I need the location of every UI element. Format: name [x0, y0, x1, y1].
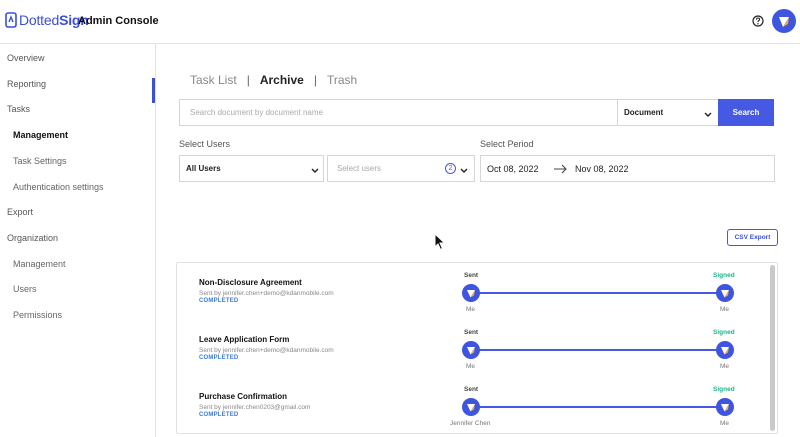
document-row[interactable]: Purchase Confirmation Sent by jennifer.c…	[177, 377, 767, 433]
sidebar-section-organization: Organization	[7, 233, 59, 243]
tab-archive[interactable]: Archive	[260, 73, 304, 87]
sidebar-item-reporting[interactable]: Reporting	[7, 79, 46, 89]
document-type-select[interactable]: Document	[617, 99, 719, 126]
question-circle-icon[interactable]	[752, 14, 764, 27]
signed-label: Signed	[713, 386, 735, 393]
csv-export-button[interactable]: CSV Export	[727, 229, 778, 246]
document-title[interactable]: Purchase Confirmation	[199, 392, 287, 401]
document-title[interactable]: Non-Disclosure Agreement	[199, 278, 302, 287]
sidebar-item-overview[interactable]: Overview	[7, 53, 45, 63]
sender-name: Jennifer Chen	[450, 420, 491, 427]
sender-avatar-icon	[462, 341, 480, 359]
tab-separator: |	[246, 73, 250, 87]
sidebar-item-authentication-settings[interactable]: Authentication settings	[13, 182, 104, 192]
signer-name: Me	[720, 306, 730, 313]
arrow-right-icon	[554, 164, 568, 174]
sent-label: Sent	[464, 272, 479, 279]
users-scope-select[interactable]: All Users	[179, 155, 324, 182]
chevron-down-icon	[311, 167, 319, 173]
tab-task-list[interactable]: Task List	[190, 73, 237, 87]
dottedsign-logo[interactable]: DottedSign	[5, 12, 89, 28]
archive-tabs: Task List | Archive | Trash	[190, 73, 357, 87]
tab-trash[interactable]: Trash	[327, 73, 357, 87]
sender-name: Me	[466, 306, 476, 313]
document-sender: Sent by jennifer.chen+demo@kdanmobile.co…	[199, 290, 334, 297]
document-sender: Sent by jennifer.chen+demo@kdanmobile.co…	[199, 347, 334, 354]
tab-separator: |	[313, 73, 317, 87]
users-scope-value: All Users	[186, 164, 221, 173]
signer-avatar-icon	[716, 284, 734, 302]
period-end-date[interactable]: Nov 08, 2022	[575, 164, 629, 174]
select-users-label: Select Users	[179, 139, 231, 149]
signed-label: Signed	[713, 272, 735, 279]
document-title[interactable]: Leave Application Form	[199, 335, 289, 344]
logo-icon	[5, 12, 17, 28]
sender-avatar-icon	[462, 398, 480, 416]
progress-track	[471, 349, 725, 351]
app-header: DottedSign Admin Console	[0, 0, 800, 44]
document-list: Non-Disclosure Agreement Sent by jennife…	[176, 262, 778, 434]
sidebar-item-export[interactable]: Export	[7, 207, 33, 217]
sidebar-item-users[interactable]: Users	[13, 284, 37, 294]
sender-name: Me	[466, 363, 476, 370]
sidebar: Overview Reporting Tasks Management Task…	[0, 44, 156, 437]
document-sender: Sent by jennifer.chen0203@gmail.com	[199, 404, 311, 411]
document-row[interactable]: Leave Application Form Sent by jennifer.…	[177, 320, 767, 377]
mouse-pointer-icon	[434, 232, 446, 251]
signer-name: Me	[720, 363, 730, 370]
search-input[interactable]	[180, 100, 618, 125]
chevron-down-icon	[704, 111, 712, 117]
sender-avatar-icon	[462, 284, 480, 302]
sent-label: Sent	[464, 329, 479, 336]
select-period-label: Select Period	[480, 139, 534, 149]
document-type-value: Document	[624, 108, 664, 117]
signer-name: Me	[720, 420, 730, 427]
sidebar-item-management[interactable]: Management	[13, 130, 68, 140]
sidebar-section-tasks: Tasks	[7, 104, 31, 114]
selected-users-count-badge: 2	[445, 163, 456, 174]
status-badge: COMPLETED	[199, 298, 239, 304]
document-row[interactable]: Non-Disclosure Agreement Sent by jennife…	[177, 263, 767, 320]
app-title: Admin Console	[78, 15, 159, 27]
progress-track	[471, 406, 725, 408]
chevron-down-icon	[460, 167, 468, 173]
active-nav-indicator	[152, 78, 155, 103]
progress-track	[471, 292, 725, 294]
sent-label: Sent	[464, 386, 479, 393]
user-avatar-icon[interactable]	[772, 9, 796, 33]
document-list-scrollbar[interactable]	[770, 265, 775, 431]
users-picker-placeholder: Select users	[337, 164, 382, 173]
date-range-picker[interactable]: Oct 08, 2022 Nov 08, 2022	[480, 155, 775, 182]
sidebar-item-org-management[interactable]: Management	[13, 259, 66, 269]
status-badge: COMPLETED	[199, 412, 239, 418]
signer-avatar-icon	[716, 398, 734, 416]
search-box	[179, 99, 618, 126]
period-start-date[interactable]: Oct 08, 2022	[487, 164, 539, 174]
signed-label: Signed	[713, 329, 735, 336]
status-badge: COMPLETED	[199, 355, 239, 361]
sidebar-item-task-settings[interactable]: Task Settings	[13, 156, 67, 166]
search-button[interactable]: Search	[718, 99, 774, 126]
signer-avatar-icon	[716, 341, 734, 359]
sidebar-item-permissions[interactable]: Permissions	[13, 310, 62, 320]
